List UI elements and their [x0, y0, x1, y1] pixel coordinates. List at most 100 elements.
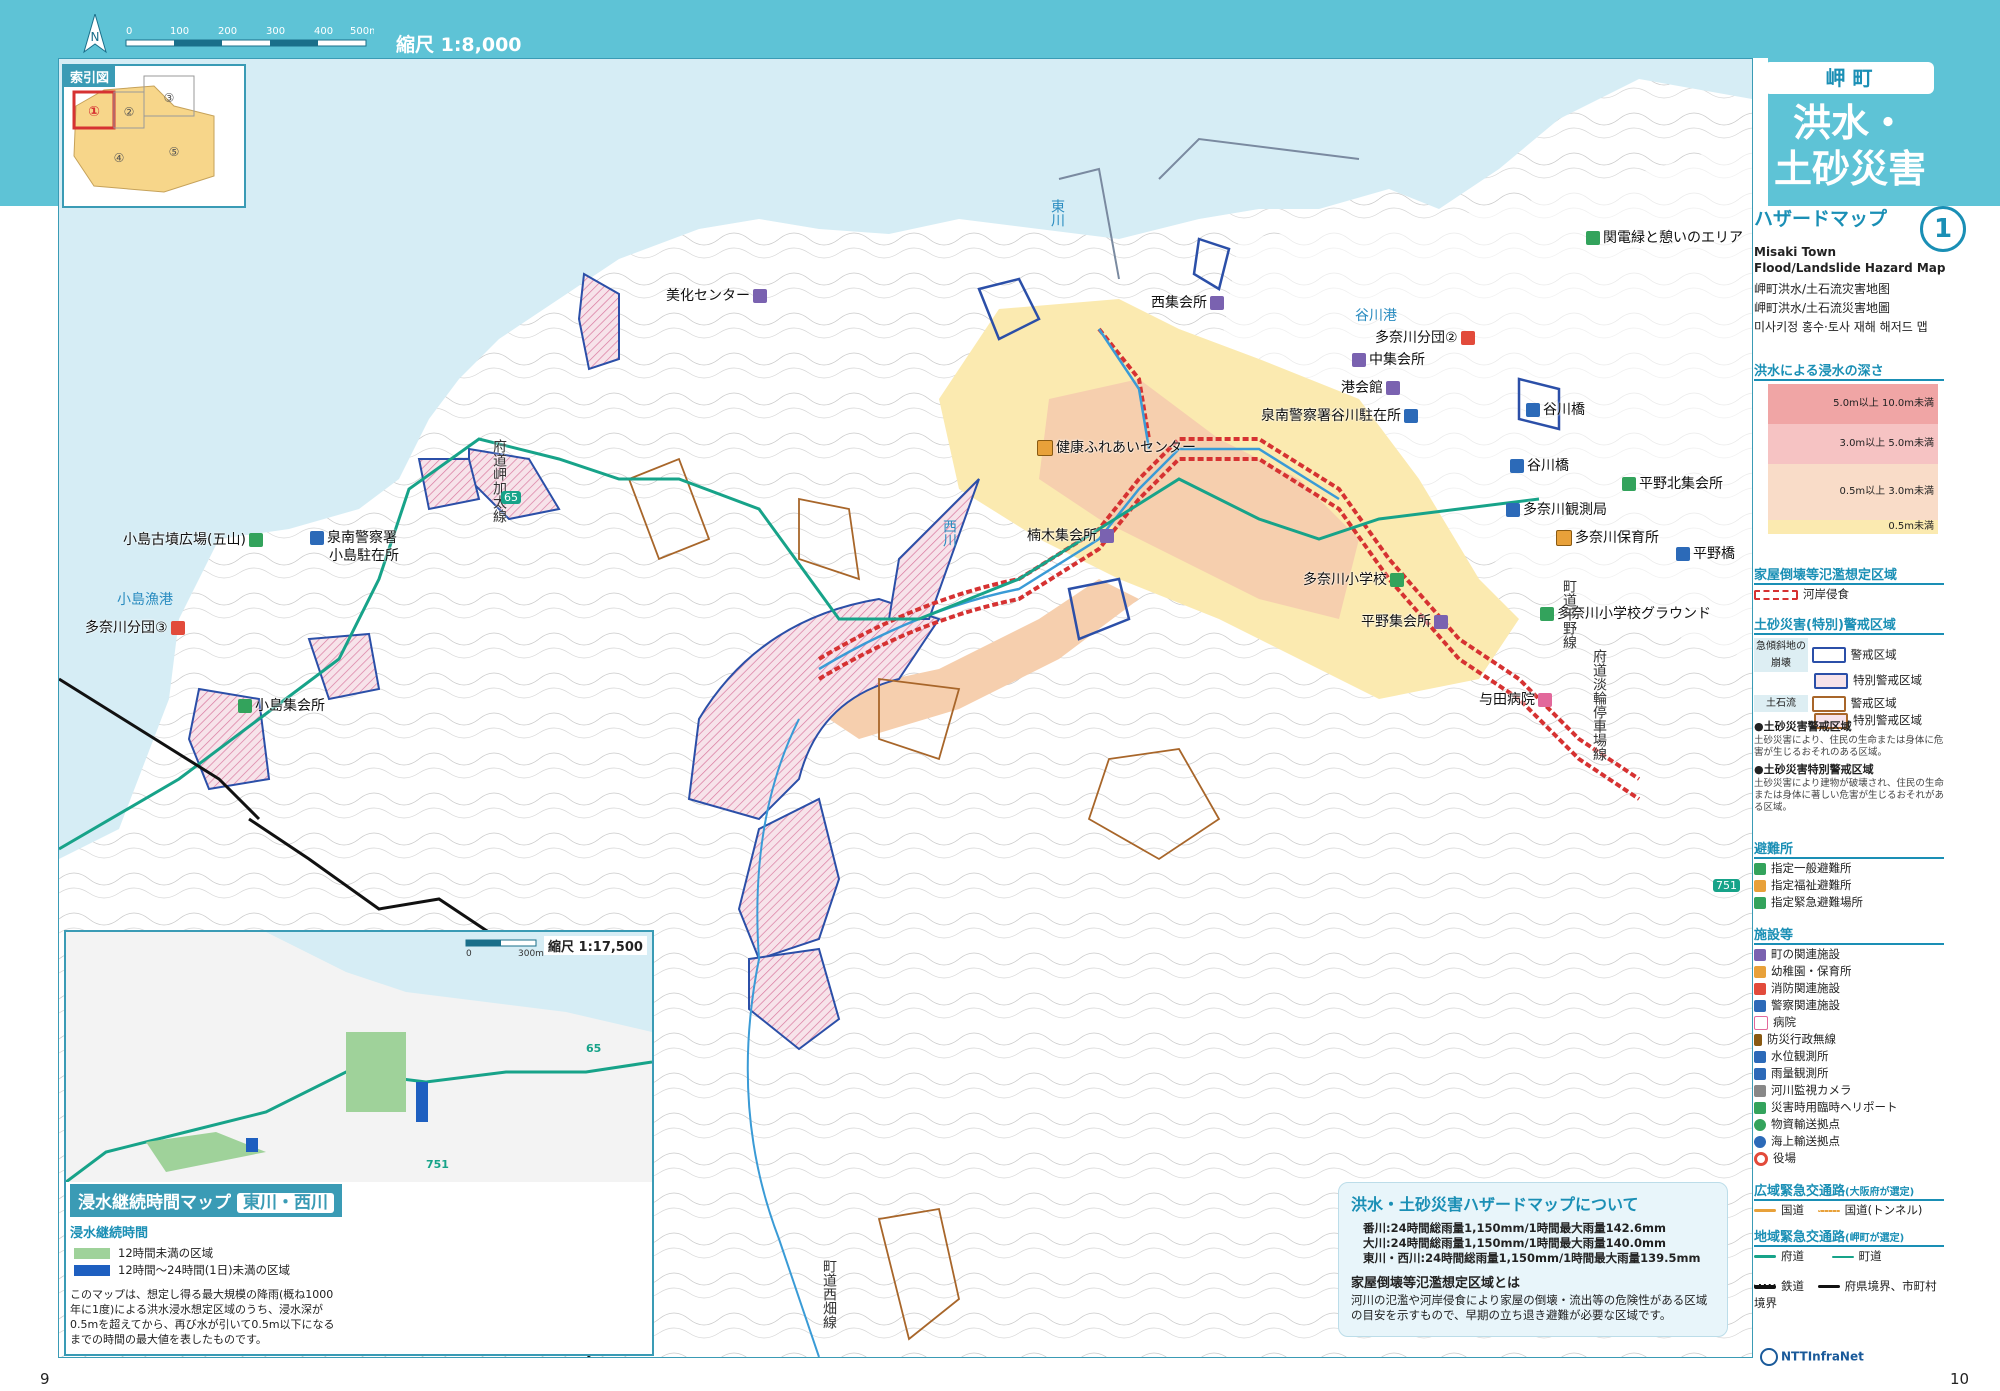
rain-higashi-nishi: 東川・西川:24時間総雨量1,150mm/1時間最大雨量139.5mm	[1363, 1251, 1701, 1265]
english-title: Misaki Town Flood/Landslide Hazard Map	[1754, 245, 1946, 275]
label-kojima-port: 小島漁港	[117, 592, 173, 608]
inset-title-sub: 東川・西川	[237, 1193, 334, 1213]
index-area-3: ③	[164, 91, 175, 105]
index-area-2: ②	[124, 105, 135, 119]
sea-transport-icon	[1754, 1135, 1766, 1148]
nursery-icon	[1556, 530, 1572, 546]
camera-icon	[1526, 403, 1540, 417]
label-kojima-hall: 小島集会所	[235, 695, 325, 715]
scale-tick: 400	[314, 26, 333, 37]
label-yoda-hospital: 与田病院	[1479, 689, 1555, 709]
12-24h-area	[416, 1082, 428, 1122]
depth-level-4: 0.5m未満	[1768, 520, 1938, 534]
landslide-legend-title: 土砂災害(特別)警戒区域	[1754, 614, 1944, 635]
label-river-east: 東川	[1049, 199, 1065, 227]
label-police-kojima: 泉南警察署	[307, 527, 397, 547]
town-facility-icon	[1210, 296, 1224, 310]
local-road-legend-title: 地域緊急交通路(岬町が選定)	[1754, 1226, 1944, 1247]
ntt-logo-icon	[1760, 1348, 1778, 1366]
hazard-map-label: ハザードマップ	[1754, 208, 1888, 230]
inset-scale-label: 縮尺 1:17,500	[544, 936, 647, 955]
about-panel: 洪水・土砂災害ハザードマップについて 番川:24時間総雨量1,150mm/1時間…	[1338, 1182, 1728, 1337]
nursery-icon	[1754, 965, 1766, 978]
index-map-title: 索引図	[64, 66, 116, 87]
landslide-definitions: ●土砂災害警戒区域 土砂災害により、住民の生命または身体に危害が生じるおそれのあ…	[1754, 720, 1945, 813]
facility-legend: 町の関連施設 幼稚園・保育所 消防関連施設 警察関連施設 病院 防災行政無線 水…	[1754, 946, 1944, 1167]
wide-road-legend-title: 広域緊急交通路(大阪府が選定)	[1754, 1180, 1944, 1201]
inset-legend: 浸水継続時間 12時間未満の区域 12時間〜24時間(1日)未満の区域 このマッ…	[70, 1220, 640, 1350]
sidebar-title: 洪水・ 土砂災害	[1773, 101, 1926, 191]
legend-item-12-24h: 12時間〜24時間(1日)未満の区域	[74, 1262, 640, 1279]
emergency-shelter-icon	[1754, 896, 1766, 909]
depth-level-1: 5.0m以上 10.0m未満	[1768, 384, 1938, 424]
label-road-kaigan: 府道岬加太線	[491, 439, 507, 523]
label-school: 多奈川小学校	[1303, 569, 1407, 589]
landslide-legend: 急傾斜地の崩壊 警戒区域 特別警戒区域 土石流 警戒区域 特別警戒区域	[1754, 638, 1944, 729]
hospital-icon	[1538, 693, 1552, 707]
index-map[interactable]: 索引図 ① ② ③ ④ ⑤	[62, 64, 246, 208]
inset-scale-tick: 300m	[518, 949, 544, 959]
inset-route-65: 65	[586, 1042, 601, 1055]
under-12h-area	[346, 1032, 406, 1112]
label-minato-hall: 港会館	[1341, 377, 1403, 397]
scale-label: 縮尺 1:8,000	[396, 34, 522, 56]
depth-level-2: 3.0m以上 5.0m未満	[1768, 424, 1938, 464]
shelter-icon	[1622, 477, 1636, 491]
facility-legend-title: 施設等	[1754, 924, 1944, 945]
label-bika-center: 美化センター	[666, 285, 770, 305]
supply-icon	[1754, 1118, 1766, 1131]
label-road-fudo: 府道淡輪停車場線	[1591, 649, 1607, 761]
town-facility-icon	[1754, 948, 1766, 961]
police-icon	[1754, 999, 1766, 1012]
north-label: N	[91, 30, 100, 44]
left-band	[0, 58, 58, 206]
town-office-icon	[1754, 1151, 1768, 1166]
label-river-west: 西川	[941, 519, 957, 547]
label-hirano-north-hall: 平野北集会所	[1619, 473, 1723, 493]
label-kanden-area: 関電緑と憩いのエリア	[1583, 227, 1743, 247]
scale-tick: 500m	[350, 26, 374, 37]
legend-sidebar: 岬 町 洪水・ 土砂災害 ハザードマップ 1 Misaki Town Flood/L…	[1752, 58, 2000, 1391]
emergency-shelter-icon	[1540, 607, 1554, 621]
debris-flow-label: 土石流	[1754, 695, 1808, 712]
collapse-legend-title: 家屋倒壊等氾濫想定区域	[1754, 564, 1944, 585]
rain-okawa: 大川:24時間総雨量1,150mm/1時間最大雨量140.0mm	[1363, 1236, 1666, 1250]
rain-gauge-icon	[1506, 503, 1520, 517]
shelter-legend: 指定一般避難所 指定福祉避難所 指定緊急避難場所	[1754, 860, 1944, 911]
label-nishi-hall: 西集会所	[1151, 292, 1227, 312]
collapse-legend-item: 河岸侵食	[1754, 586, 1944, 603]
depth-level-3: 0.5m以上 3.0m未満	[1768, 464, 1938, 520]
label-tanagawa-port: 谷川港	[1355, 308, 1397, 324]
welfare-shelter-icon	[1037, 440, 1053, 456]
water-level-icon	[1754, 1050, 1766, 1063]
label-road-heiya: 町道平野線	[1561, 579, 1577, 649]
translated-titles: 岬町洪水/土石流灾害地图 岬町洪水/土石流災害地圖 미사키정 홍수·토사 재해 해저…	[1754, 282, 1928, 334]
label-tanigawa-bridge-2: 谷川橋	[1507, 455, 1569, 475]
label-hirano-hall: 平野集会所	[1361, 611, 1451, 631]
welfare-shelter-icon	[1754, 879, 1766, 892]
fire-station-icon	[1460, 331, 1475, 345]
index-area-1: ①	[88, 104, 100, 120]
fire-station-icon	[170, 621, 185, 635]
rail-border-legend: 鉄道 府県境界、市町村境界	[1754, 1279, 1937, 1310]
label-hirano-bridge: 平野橋	[1673, 543, 1735, 563]
label-tanigawa-bridge: 谷川橋	[1523, 399, 1585, 419]
inset-note: このマップは、想定し得る最大規模の降雨(概ね1000年に1度)による洪水浸水想定…	[70, 1288, 335, 1346]
police-icon	[310, 531, 324, 545]
route-65-badge: 65	[501, 491, 521, 504]
town-badge: 岬 町	[1764, 62, 1934, 94]
about-text: 河川の氾濫や河岸侵食により家屋の倒壊・流出等の危険性がある区域の目安を示すもので…	[1351, 1293, 1708, 1322]
label-fire-branch-3: 多奈川分団③	[85, 617, 188, 637]
index-area-5: ⑤	[169, 145, 180, 159]
town-facility-icon	[753, 289, 767, 303]
fire-icon	[1754, 982, 1766, 995]
police-icon	[1404, 409, 1418, 423]
inundation-duration-map[interactable]: 65 751 0 300m 縮尺 1:17,500 浸水継続時間マップ 東川・西川…	[64, 930, 654, 1356]
depth-legend: 5.0m以上 10.0m未満 3.0m以上 5.0m未満 0.5m以上 3.0m…	[1768, 384, 1938, 534]
inset-title: 浸水継続時間マップ 東川・西川	[70, 1184, 342, 1217]
label-nursery: 多奈川保育所	[1553, 527, 1659, 547]
label-kojima-tumulus: 小島古墳広場(五山)	[123, 529, 266, 549]
inset-route-751: 751	[426, 1158, 449, 1171]
page-number-right: 10	[1950, 1370, 1970, 1388]
emergency-shelter-icon	[248, 533, 263, 547]
